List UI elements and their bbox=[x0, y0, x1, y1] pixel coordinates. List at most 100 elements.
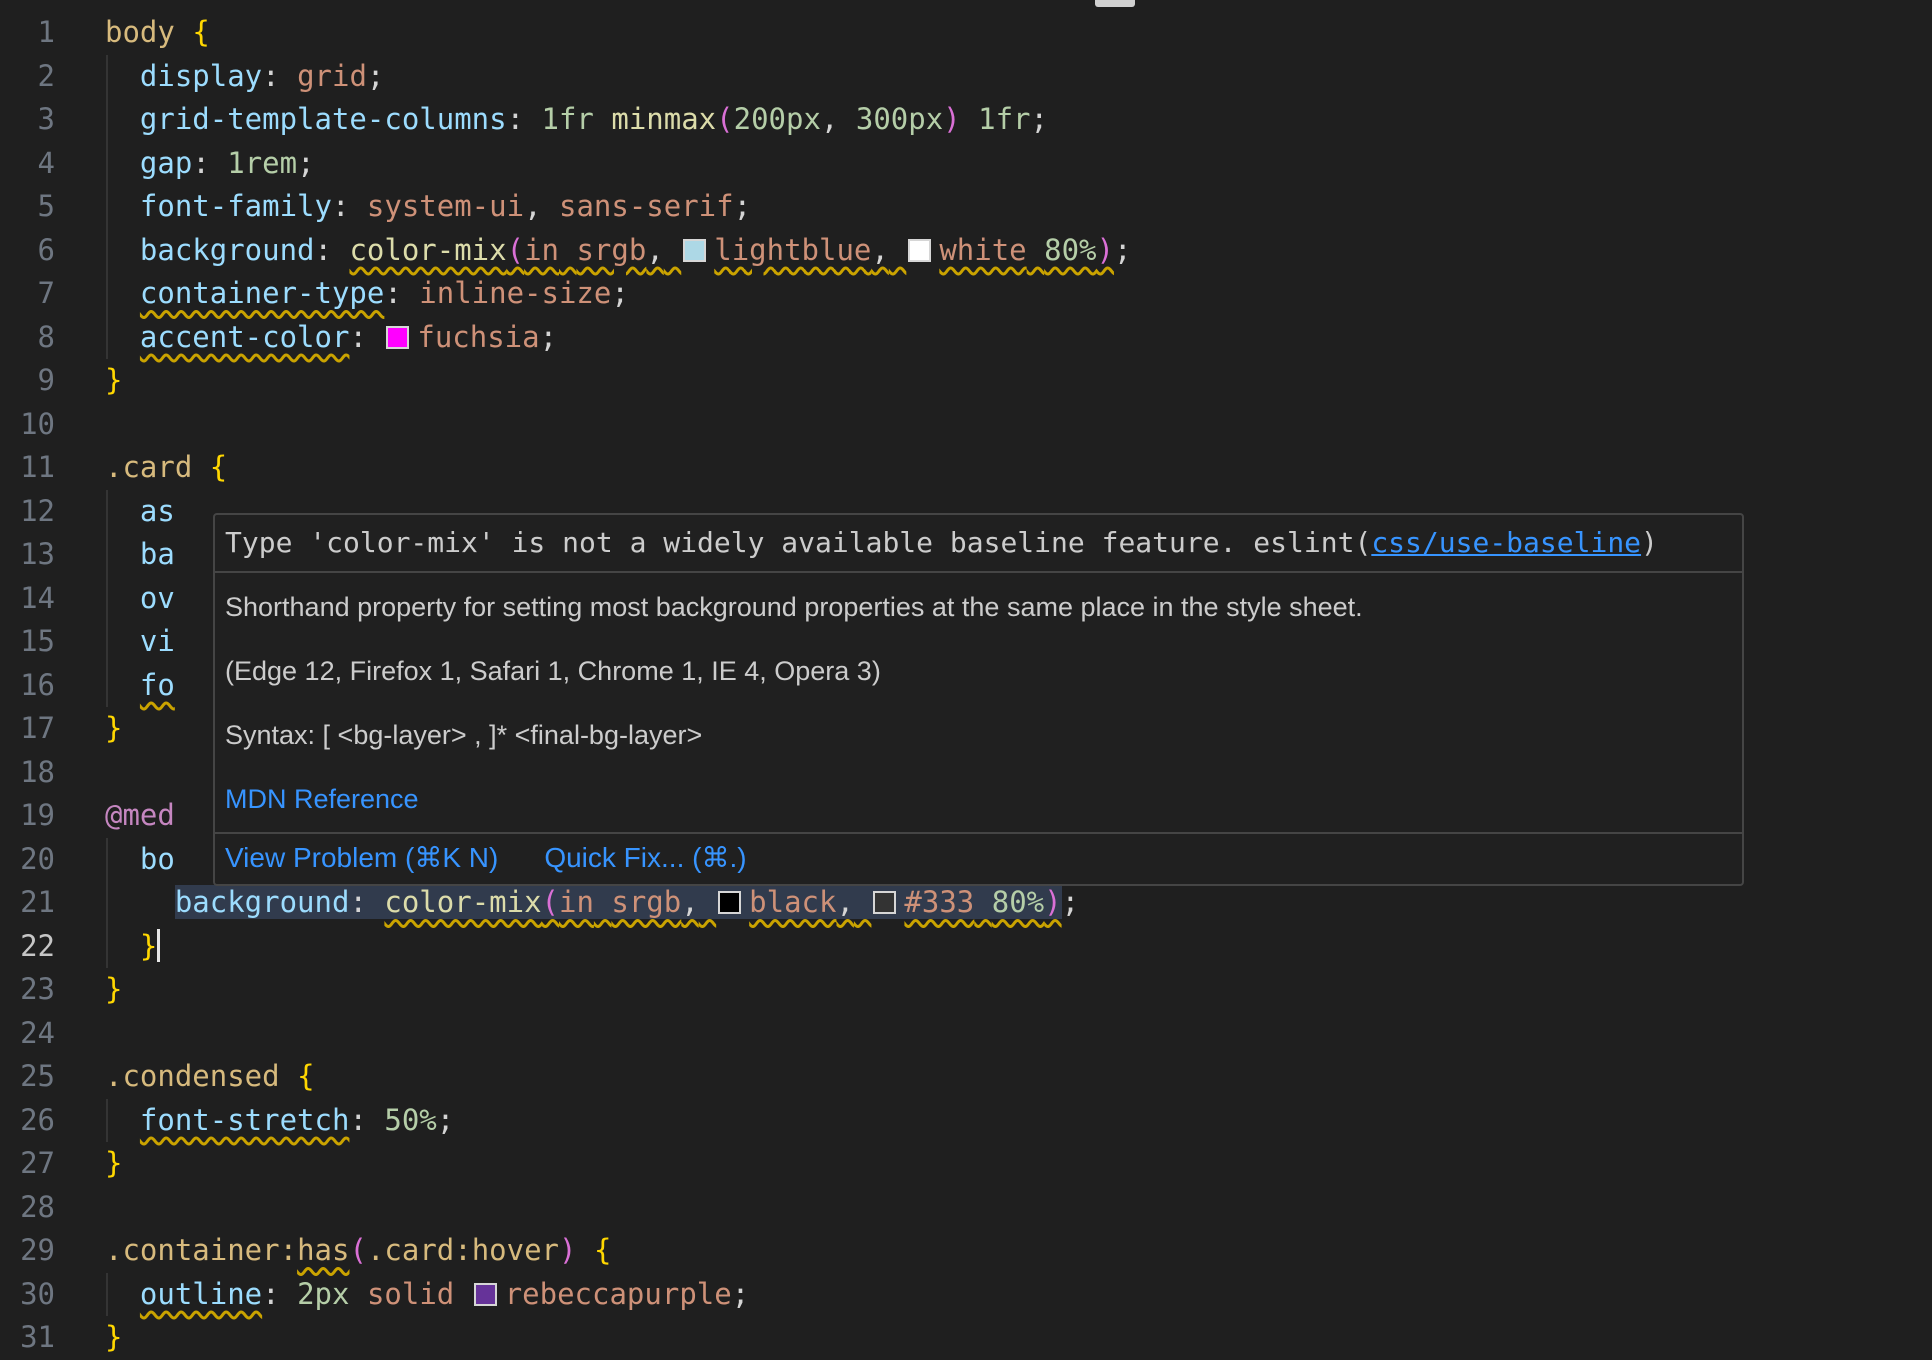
line-number[interactable]: 24 bbox=[0, 1012, 55, 1056]
code-token: ( bbox=[349, 1233, 366, 1267]
code-line-content[interactable]: as bbox=[55, 490, 175, 534]
code-token: in bbox=[559, 885, 594, 919]
code-line[interactable]: 24 bbox=[0, 1012, 1932, 1056]
color-swatch[interactable] bbox=[718, 891, 741, 914]
line-number[interactable]: 27 bbox=[0, 1142, 55, 1186]
line-number[interactable]: 25 bbox=[0, 1055, 55, 1099]
code-line[interactable]: 22 } bbox=[0, 925, 1932, 969]
line-number[interactable]: 4 bbox=[0, 142, 55, 186]
line-number[interactable]: 19 bbox=[0, 794, 55, 838]
code-line-content[interactable]: outline: 2px solid rebeccapurple; bbox=[55, 1273, 749, 1317]
code-line[interactable]: 10 bbox=[0, 403, 1932, 447]
line-number[interactable]: 30 bbox=[0, 1273, 55, 1317]
code-line-content[interactable]: fo bbox=[55, 664, 175, 708]
line-number[interactable]: 28 bbox=[0, 1186, 55, 1230]
line-number[interactable]: 18 bbox=[0, 751, 55, 795]
code-line[interactable]: 8 accent-color: fuchsia; bbox=[0, 316, 1932, 360]
mdn-reference-link[interactable]: MDN Reference bbox=[225, 784, 419, 814]
code-line-content[interactable]: } bbox=[55, 1316, 122, 1360]
eslint-rule-link[interactable]: css/use-baseline bbox=[1371, 526, 1641, 559]
code-line[interactable]: 6 background: color-mix(in srgb, lightbl… bbox=[0, 229, 1932, 273]
code-line[interactable]: 21 background: color-mix(in srgb, black,… bbox=[0, 881, 1932, 925]
line-number[interactable]: 3 bbox=[0, 98, 55, 142]
code-line[interactable]: 31} bbox=[0, 1316, 1932, 1360]
line-number[interactable]: 16 bbox=[0, 664, 55, 708]
code-line-content[interactable] bbox=[55, 751, 105, 795]
line-number[interactable]: 15 bbox=[0, 620, 55, 664]
code-line-content[interactable]: gap: 1rem; bbox=[55, 142, 315, 186]
code-line-content[interactable]: font-stretch: 50%; bbox=[55, 1099, 454, 1143]
code-line-content[interactable]: } bbox=[55, 359, 122, 403]
line-number[interactable]: 8 bbox=[0, 316, 55, 360]
code-line-content[interactable] bbox=[55, 403, 105, 447]
code-line-content[interactable]: display: grid; bbox=[55, 55, 384, 99]
code-line[interactable]: 23} bbox=[0, 968, 1932, 1012]
code-line-content[interactable]: ba bbox=[55, 533, 175, 577]
code-line-content[interactable]: font-family: system-ui, sans-serif; bbox=[55, 185, 751, 229]
code-line-content[interactable]: .card { bbox=[55, 446, 227, 490]
code-line-content[interactable]: body { bbox=[55, 11, 210, 55]
line-number[interactable]: 17 bbox=[0, 707, 55, 751]
code-line-content[interactable]: } bbox=[55, 925, 160, 969]
code-line[interactable]: 29.container:has(.card:hover) { bbox=[0, 1229, 1932, 1273]
code-line-content[interactable] bbox=[55, 1012, 105, 1056]
code-line-content[interactable]: } bbox=[55, 707, 122, 751]
line-number[interactable]: 13 bbox=[0, 533, 55, 577]
text-cursor bbox=[157, 929, 160, 962]
code-line-content[interactable]: container-type: inline-size; bbox=[55, 272, 629, 316]
code-line-content[interactable]: grid-template-columns: 1fr minmax(200px,… bbox=[55, 98, 1048, 142]
code-line-content[interactable]: vi bbox=[55, 620, 175, 664]
code-line[interactable]: 25.condensed { bbox=[0, 1055, 1932, 1099]
code-line[interactable]: 9} bbox=[0, 359, 1932, 403]
code-line[interactable]: 7 container-type: inline-size; bbox=[0, 272, 1932, 316]
code-line[interactable]: 26 font-stretch: 50%; bbox=[0, 1099, 1932, 1143]
line-number[interactable]: 26 bbox=[0, 1099, 55, 1143]
line-number[interactable]: 21 bbox=[0, 881, 55, 925]
code-line-content[interactable]: background: color-mix(in srgb, black, #3… bbox=[55, 881, 1079, 925]
line-number[interactable]: 20 bbox=[0, 838, 55, 882]
line-number[interactable]: 31 bbox=[0, 1316, 55, 1360]
color-swatch[interactable] bbox=[908, 239, 931, 262]
color-swatch[interactable] bbox=[873, 891, 896, 914]
code-line-content[interactable]: } bbox=[55, 1142, 122, 1186]
line-number[interactable]: 2 bbox=[0, 55, 55, 99]
line-number[interactable]: 22 bbox=[0, 925, 55, 969]
line-number[interactable]: 7 bbox=[0, 272, 55, 316]
line-number[interactable]: 12 bbox=[0, 490, 55, 534]
code-token: ba bbox=[140, 537, 175, 571]
code-line[interactable]: 5 font-family: system-ui, sans-serif; bbox=[0, 185, 1932, 229]
code-line-content[interactable]: .condensed { bbox=[55, 1055, 315, 1099]
code-line[interactable]: 4 gap: 1rem; bbox=[0, 142, 1932, 186]
line-number[interactable]: 1 bbox=[0, 11, 55, 55]
line-number[interactable]: 10 bbox=[0, 403, 55, 447]
line-number[interactable]: 9 bbox=[0, 359, 55, 403]
color-swatch[interactable] bbox=[386, 326, 409, 349]
code-line[interactable]: 2 display: grid; bbox=[0, 55, 1932, 99]
line-number[interactable]: 6 bbox=[0, 229, 55, 273]
code-line[interactable]: 28 bbox=[0, 1186, 1932, 1230]
line-number[interactable]: 23 bbox=[0, 968, 55, 1012]
color-swatch[interactable] bbox=[683, 239, 706, 262]
line-number[interactable]: 5 bbox=[0, 185, 55, 229]
code-line-content[interactable]: @med bbox=[55, 794, 175, 838]
view-problem-button[interactable]: View Problem (⌘K N) bbox=[225, 843, 498, 873]
line-number[interactable]: 11 bbox=[0, 446, 55, 490]
line-number[interactable]: 14 bbox=[0, 577, 55, 621]
code-line[interactable]: 1body { bbox=[0, 11, 1932, 55]
quick-fix-button[interactable]: Quick Fix... (⌘.) bbox=[544, 843, 746, 873]
code-line-content[interactable] bbox=[55, 1186, 105, 1230]
color-swatch[interactable] bbox=[474, 1283, 497, 1306]
code-line-content[interactable]: background: color-mix(in srgb, lightblue… bbox=[55, 229, 1131, 273]
code-line[interactable]: 27} bbox=[0, 1142, 1932, 1186]
code-line[interactable]: 11.card { bbox=[0, 446, 1932, 490]
code-token: ; bbox=[734, 189, 751, 223]
code-line-content[interactable]: accent-color: fuchsia; bbox=[55, 316, 557, 360]
code-token bbox=[105, 1277, 140, 1311]
code-line[interactable]: 3 grid-template-columns: 1fr minmax(200p… bbox=[0, 98, 1932, 142]
code-line-content[interactable]: ov bbox=[55, 577, 175, 621]
code-line-content[interactable]: bo bbox=[55, 838, 175, 882]
line-number[interactable]: 29 bbox=[0, 1229, 55, 1273]
code-line-content[interactable]: } bbox=[55, 968, 122, 1012]
code-line-content[interactable]: .container:has(.card:hover) { bbox=[55, 1229, 611, 1273]
code-line[interactable]: 30 outline: 2px solid rebeccapurple; bbox=[0, 1273, 1932, 1317]
